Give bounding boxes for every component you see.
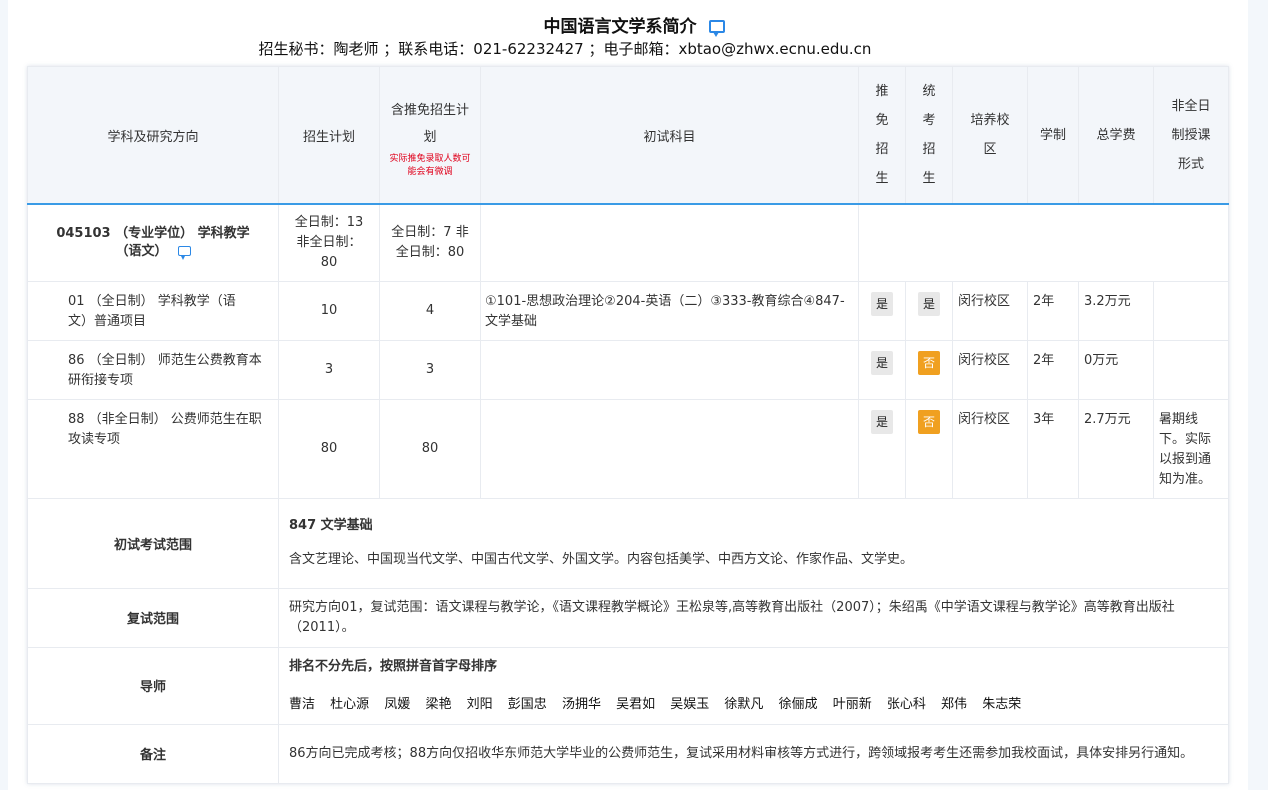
- tutor-name[interactable]: 梁艳: [425, 695, 451, 715]
- tutor-name[interactable]: 刘阳: [467, 695, 493, 715]
- major-name: 045103 （专业学位） 学科教学（语文）: [27, 203, 279, 282]
- exempt-badge: 是: [871, 291, 893, 316]
- fee-value: 0万元: [1078, 339, 1154, 400]
- duration-value: 2年: [1027, 280, 1079, 341]
- tutor-note: 排名不分先后，按照拼音首字母排序: [289, 658, 498, 674]
- major-row: 045103 （专业学位） 学科教学（语文） 全日制：13 非全日制：80 全日…: [27, 203, 1229, 282]
- exam-scope-content: 847 文学基础 含文艺理论、中国现当代文学、中国古代文学、外国文学。内容包括美…: [278, 497, 1229, 589]
- direction-name: 01 （全日制） 学科教学（语文）普通项目: [27, 280, 279, 341]
- duration-value: 2年: [1027, 339, 1079, 400]
- retest-text: 研究方向01，复试范围：语文课程与教学论，《语文课程教学概论》王松泉等,高等教育…: [278, 587, 1229, 648]
- direction-name: 88 （非全日制） 公费师范生在职攻读专项: [27, 398, 279, 499]
- unified-badge: 否: [918, 409, 940, 434]
- plan-exempt-value: 4: [379, 280, 481, 341]
- title-text: 中国语言文学系简介: [543, 17, 697, 37]
- exempt-cell: 是: [858, 398, 906, 499]
- tutor-name[interactable]: 叶丽新: [833, 695, 872, 715]
- contact-info: 招生秘书：陶老师 ；联系电话：021-62232427 ；电子邮箱：xbtao@…: [258, 40, 872, 58]
- col-parttime: 非全日制授课形式: [1153, 66, 1229, 205]
- tutor-name[interactable]: 郑伟: [941, 695, 967, 715]
- parttime-value: [1153, 280, 1229, 341]
- plan-exempt-value: 80: [379, 398, 481, 499]
- retest-row: 复试范围 研究方向01，复试范围：语文课程与教学论，《语文课程教学概论》王松泉等…: [27, 587, 1229, 648]
- remark-row: 备注 86方向已完成考核；88方向仅招收华东师范大学毕业的公费师范生，复试采用材…: [27, 723, 1229, 784]
- major-exam: [480, 203, 859, 282]
- tutor-name[interactable]: 徐俪成: [779, 695, 818, 715]
- major-name-text: 045103 （专业学位） 学科教学（语文）: [56, 225, 250, 259]
- col-fee: 总学费: [1078, 66, 1154, 205]
- tutor-name[interactable]: 汤拥华: [562, 695, 601, 715]
- major-plan: 全日制：13 非全日制：80: [278, 203, 380, 282]
- tutor-name[interactable]: 朱志荣: [982, 695, 1021, 715]
- parttime-value: 暑期线下。实际以报到通知为准。: [1153, 398, 1229, 499]
- unified-cell: 否: [905, 339, 953, 400]
- unified-badge: 是: [918, 291, 940, 316]
- major-blank: [858, 203, 1229, 282]
- col-unified: 统考招生: [905, 66, 953, 205]
- remark-text: 86方向已完成考核；88方向仅招收华东师范大学毕业的公费师范生，复试采用材料审核…: [278, 723, 1229, 784]
- plan-value: 3: [278, 339, 380, 400]
- exam-scope-label: 初试考试范围: [27, 497, 279, 589]
- plan-value: 80: [278, 398, 380, 499]
- page-title: 中国语言文学系简介: [0, 12, 1268, 37]
- col-campus: 培养校区: [952, 66, 1028, 205]
- plan-exempt-value: 3: [379, 339, 481, 400]
- exempt-cell: 是: [858, 339, 906, 400]
- tutor-name[interactable]: 张心科: [887, 695, 926, 715]
- fee-value: 2.7万元: [1078, 398, 1154, 499]
- exam-subjects: [480, 339, 859, 400]
- comment-icon[interactable]: [708, 20, 725, 37]
- tutor-name[interactable]: 凤媛: [384, 695, 410, 715]
- tutor-content: 排名不分先后，按照拼音首字母排序 曹洁 杜心源 凤媛 梁艳 刘阳 彭国忠 汤拥华…: [278, 646, 1229, 725]
- plan-note: 实际推免录取人数可能会有微调: [389, 154, 471, 177]
- fee-value: 3.2万元: [1078, 280, 1154, 341]
- direction-name: 86 （全日制） 师范生公费教育本研衔接专项: [27, 339, 279, 400]
- campus-value: 闵行校区: [952, 398, 1028, 499]
- tutor-row: 导师 排名不分先后，按照拼音首字母排序 曹洁 杜心源 凤媛 梁艳 刘阳 彭国忠 …: [27, 646, 1229, 725]
- exempt-badge: 是: [871, 409, 893, 434]
- tutor-name[interactable]: 徐默凡: [724, 695, 763, 715]
- tutor-name[interactable]: 杜心源: [330, 695, 369, 715]
- tutor-label: 导师: [27, 646, 279, 725]
- parttime-value: [1153, 339, 1229, 400]
- tutor-name[interactable]: 吴娱玉: [670, 695, 709, 715]
- col-plan: 招生计划: [278, 66, 380, 205]
- exempt-badge: 是: [871, 350, 893, 375]
- exam-subjects: [480, 398, 859, 499]
- exam-scope-row: 初试考试范围 847 文学基础 含文艺理论、中国现当代文学、中国古代文学、外国文…: [27, 497, 1229, 589]
- table-header-row: 学科及研究方向 招生计划 含推免招生计划 实际推免录取人数可能会有微调 初试科目…: [27, 66, 1229, 205]
- tutor-list: 曹洁 杜心源 凤媛 梁艳 刘阳 彭国忠 汤拥华 吴君如 吴娱玉 徐默凡 徐俪成 …: [289, 695, 1218, 715]
- remark-label: 备注: [27, 723, 279, 784]
- tutor-name[interactable]: 曹洁: [289, 695, 315, 715]
- tutor-name[interactable]: 吴君如: [616, 695, 655, 715]
- exam-scope-text: 含文艺理论、中国现当代文学、中国古代文学、外国文学。内容包括美学、中西方文论、作…: [289, 552, 914, 567]
- table-row: 86 （全日制） 师范生公费教育本研衔接专项 3 3 是 否 闵行校区 2年 0…: [27, 339, 1229, 400]
- col-duration: 学制: [1027, 66, 1079, 205]
- campus-value: 闵行校区: [952, 280, 1028, 341]
- col-exempt: 推免招生: [858, 66, 906, 205]
- admission-table: 学科及研究方向 招生计划 含推免招生计划 实际推免录取人数可能会有微调 初试科目…: [27, 66, 1229, 784]
- campus-value: 闵行校区: [952, 339, 1028, 400]
- exempt-cell: 是: [858, 280, 906, 341]
- table-row: 88 （非全日制） 公费师范生在职攻读专项 80 80 是 否 闵行校区 3年 …: [27, 398, 1229, 499]
- table-row: 01 （全日制） 学科教学（语文）普通项目 10 4 ①101-思想政治理论②2…: [27, 280, 1229, 341]
- col-exam: 初试科目: [480, 66, 859, 205]
- col-plan-exempt: 含推免招生计划 实际推免录取人数可能会有微调: [379, 66, 481, 205]
- unified-badge: 否: [918, 350, 940, 375]
- exam-subjects: ①101-思想政治理论②204-英语（二）③333-教育综合④847-文学基础: [480, 280, 859, 341]
- duration-value: 3年: [1027, 398, 1079, 499]
- exam-scope-title: 847 文学基础: [289, 518, 373, 533]
- unified-cell: 是: [905, 280, 953, 341]
- plan-value: 10: [278, 280, 380, 341]
- col-plan-exempt-label: 含推免招生计划: [390, 103, 469, 145]
- major-plan-exempt: 全日制：7 非全日制：80: [379, 203, 481, 282]
- tutor-name[interactable]: 彭国忠: [508, 695, 547, 715]
- col-subject: 学科及研究方向: [27, 66, 279, 205]
- retest-label: 复试范围: [27, 587, 279, 648]
- unified-cell: 否: [905, 398, 953, 499]
- comment-icon[interactable]: [177, 245, 191, 260]
